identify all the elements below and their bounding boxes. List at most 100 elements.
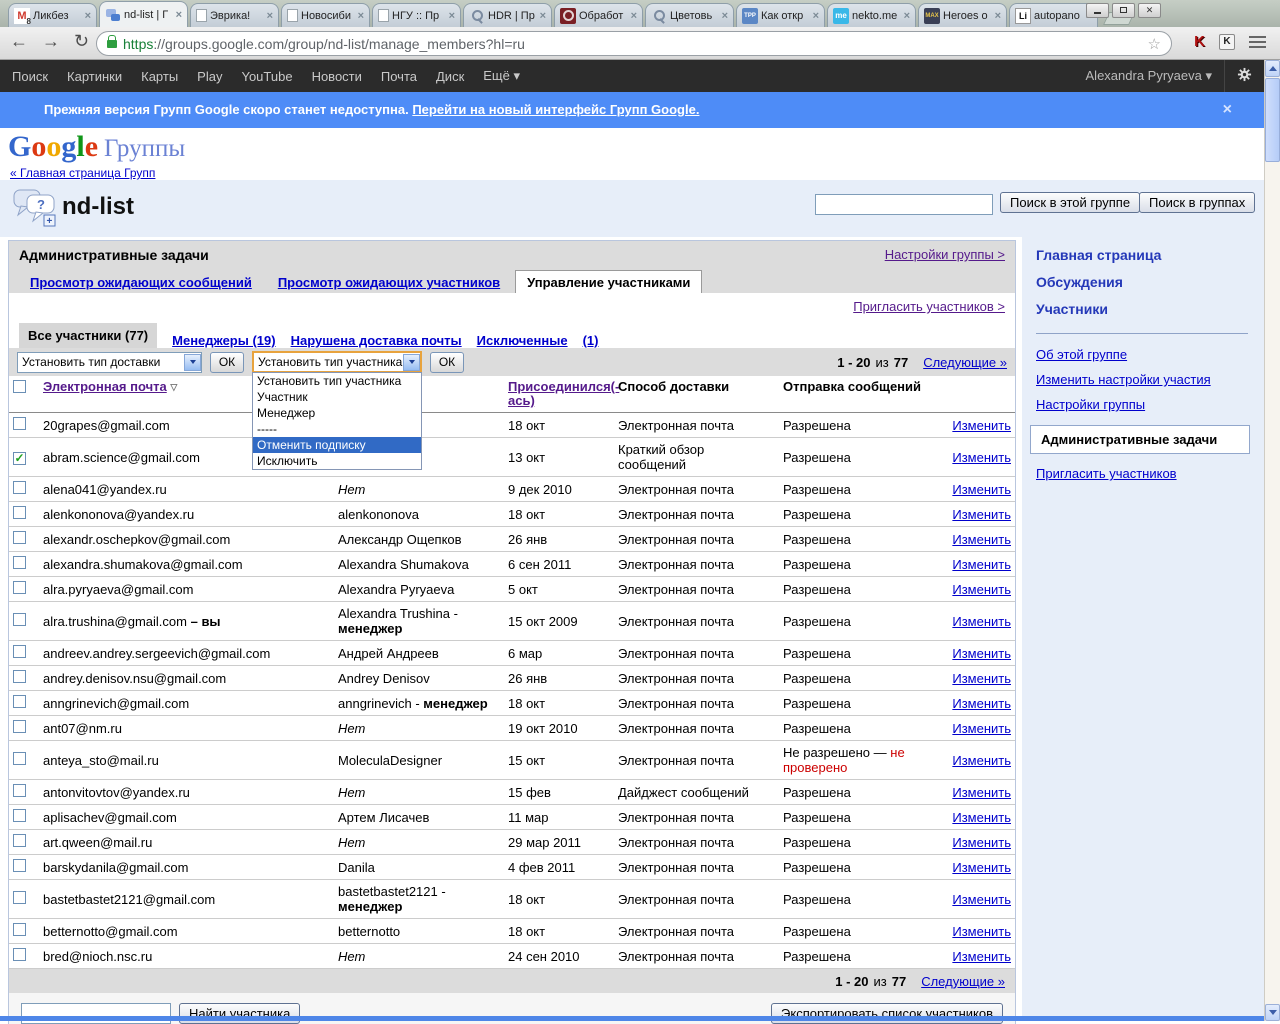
- kaspersky-icon[interactable]: K: [1194, 33, 1205, 50]
- edit-link[interactable]: Изменить: [952, 646, 1011, 661]
- tab-close-icon[interactable]: ×: [176, 9, 182, 21]
- sidebar-item-admin-tasks[interactable]: Административные задачи: [1030, 425, 1250, 454]
- row-checkbox[interactable]: [13, 752, 26, 765]
- scroll-up-icon[interactable]: [1265, 60, 1280, 77]
- scrollbar-thumb[interactable]: [1265, 78, 1280, 162]
- back-icon[interactable]: ←: [10, 31, 28, 52]
- back-to-groups-link[interactable]: « Главная страница Групп: [10, 166, 155, 180]
- edit-link[interactable]: Изменить: [952, 785, 1011, 800]
- edit-link[interactable]: Изменить: [952, 614, 1011, 629]
- member-filter-tab[interactable]: Исключенные: [477, 333, 568, 348]
- edit-link[interactable]: Изменить: [952, 721, 1011, 736]
- member-filter-tab[interactable]: Менеджеры (19): [172, 333, 275, 348]
- edit-link[interactable]: Изменить: [952, 482, 1011, 497]
- member-filter-tab[interactable]: (1): [583, 333, 599, 348]
- admin-tab[interactable]: Управление участниками: [515, 270, 703, 293]
- row-checkbox[interactable]: [13, 670, 26, 683]
- gbar-link[interactable]: Поиск: [12, 69, 48, 84]
- dropdown-option[interactable]: Установить тип участника: [253, 373, 421, 389]
- tab-close-icon[interactable]: ×: [540, 10, 546, 22]
- row-checkbox[interactable]: [13, 923, 26, 936]
- gbar-link[interactable]: YouTube: [241, 69, 292, 84]
- gear-icon[interactable]: [1237, 67, 1252, 85]
- edit-link[interactable]: Изменить: [952, 696, 1011, 711]
- edit-link[interactable]: Изменить: [952, 450, 1011, 465]
- browser-tab[interactable]: MAX Heroes o ×: [918, 3, 1007, 27]
- browser-tab[interactable]: HDR | Пр ×: [463, 3, 552, 27]
- member-filter-tab[interactable]: Нарушена доставка почты: [291, 333, 462, 348]
- admin-tab[interactable]: Просмотр ожидающих участников: [267, 271, 511, 293]
- sidebar-link[interactable]: Участники: [1036, 296, 1264, 323]
- row-checkbox[interactable]: [13, 948, 26, 961]
- edit-link[interactable]: Изменить: [952, 924, 1011, 939]
- browser-tab[interactable]: НГУ :: Пр ×: [372, 3, 461, 27]
- forward-icon[interactable]: →: [42, 31, 60, 52]
- browser-tab[interactable]: Новосиби ×: [281, 3, 370, 27]
- close-button[interactable]: ✕: [1138, 3, 1161, 18]
- dropdown-option[interactable]: Отменить подписку: [253, 437, 421, 453]
- member-type-select[interactable]: Установить тип участника: [252, 351, 422, 373]
- sidebar-link[interactable]: Настройки группы: [1036, 392, 1264, 417]
- chevron-down-icon[interactable]: [403, 353, 420, 371]
- sort-by-joined-link[interactable]: Присоединился(-ась): [508, 379, 619, 408]
- admin-tab[interactable]: Просмотр ожидающих сообщений: [19, 271, 263, 293]
- tab-close-icon[interactable]: ×: [722, 10, 728, 22]
- gbar-more-menu[interactable]: Ещё ▾: [483, 68, 520, 84]
- browser-tab[interactable]: Эврика! ×: [190, 3, 279, 27]
- browser-tab[interactable]: me nekto.me ×: [827, 3, 916, 27]
- row-checkbox[interactable]: ✓: [13, 451, 26, 465]
- search-this-group-button[interactable]: Поиск в этой группе: [1000, 192, 1141, 213]
- tab-close-icon[interactable]: ×: [267, 10, 273, 22]
- tab-close-icon[interactable]: ×: [813, 10, 819, 22]
- browser-tab[interactable]: Li autopano ×: [1009, 3, 1098, 27]
- address-bar[interactable]: https ://groups.google.com/group/nd-list…: [96, 31, 1172, 56]
- invite-members-link[interactable]: Пригласить участников >: [853, 299, 1005, 314]
- edit-link[interactable]: Изменить: [952, 835, 1011, 850]
- edit-link[interactable]: Изменить: [952, 507, 1011, 522]
- minimize-button[interactable]: [1086, 3, 1109, 18]
- gbar-link[interactable]: Карты: [141, 69, 178, 84]
- account-menu[interactable]: Alexandra Pyryaeva ▾: [1086, 68, 1212, 84]
- sidebar-link[interactable]: Изменить настройки участия: [1036, 367, 1264, 392]
- select-all-checkbox[interactable]: [13, 380, 26, 393]
- sidebar-link[interactable]: Обсуждения: [1036, 269, 1264, 296]
- delivery-type-select[interactable]: Установить тип доставки: [17, 351, 202, 373]
- edit-link[interactable]: Изменить: [952, 532, 1011, 547]
- row-checkbox[interactable]: [13, 581, 26, 594]
- member-filter-tab[interactable]: Все участники (77): [19, 323, 158, 348]
- dropdown-option[interactable]: Участник: [253, 389, 421, 405]
- row-checkbox[interactable]: [13, 834, 26, 847]
- reload-icon[interactable]: ↻: [74, 31, 89, 52]
- tab-close-icon[interactable]: ×: [904, 10, 910, 22]
- tab-close-icon[interactable]: ×: [995, 10, 1001, 22]
- edit-link[interactable]: Изменить: [952, 753, 1011, 768]
- row-checkbox[interactable]: [13, 809, 26, 822]
- tab-close-icon[interactable]: ×: [85, 10, 91, 22]
- bookmark-star-icon[interactable]: ☆: [1148, 35, 1161, 53]
- sidebar-link[interactable]: Об этой группе: [1036, 342, 1264, 367]
- dropdown-option[interactable]: Исключить: [253, 453, 421, 469]
- row-checkbox[interactable]: [13, 506, 26, 519]
- row-checkbox[interactable]: [13, 556, 26, 569]
- maximize-button[interactable]: [1112, 3, 1135, 18]
- sort-by-email-link[interactable]: Электронная почта: [43, 379, 167, 394]
- sidebar-link[interactable]: Главная страница: [1036, 242, 1264, 269]
- browser-menu-icon[interactable]: [1249, 35, 1266, 48]
- edit-link[interactable]: Изменить: [952, 810, 1011, 825]
- gbar-link[interactable]: Новости: [312, 69, 362, 84]
- row-checkbox[interactable]: [13, 417, 26, 430]
- notice-close-icon[interactable]: ×: [1223, 92, 1232, 128]
- group-settings-link[interactable]: Настройки группы >: [885, 247, 1005, 262]
- edit-link[interactable]: Изменить: [952, 892, 1011, 907]
- gbar-link[interactable]: Картинки: [67, 69, 122, 84]
- dropdown-option[interactable]: Менеджер: [253, 405, 421, 421]
- search-all-groups-button[interactable]: Поиск в группах: [1139, 192, 1256, 213]
- sidebar-invite-members-link[interactable]: Пригласить участников: [1036, 466, 1177, 481]
- browser-tab[interactable]: M8 Ликбез ×: [8, 3, 97, 27]
- row-checkbox[interactable]: [13, 531, 26, 544]
- edit-link[interactable]: Изменить: [952, 949, 1011, 964]
- row-checkbox[interactable]: [13, 720, 26, 733]
- next-page-link[interactable]: Следующие »: [923, 355, 1007, 370]
- row-checkbox[interactable]: [13, 891, 26, 904]
- browser-tab[interactable]: Обработ ×: [554, 3, 643, 27]
